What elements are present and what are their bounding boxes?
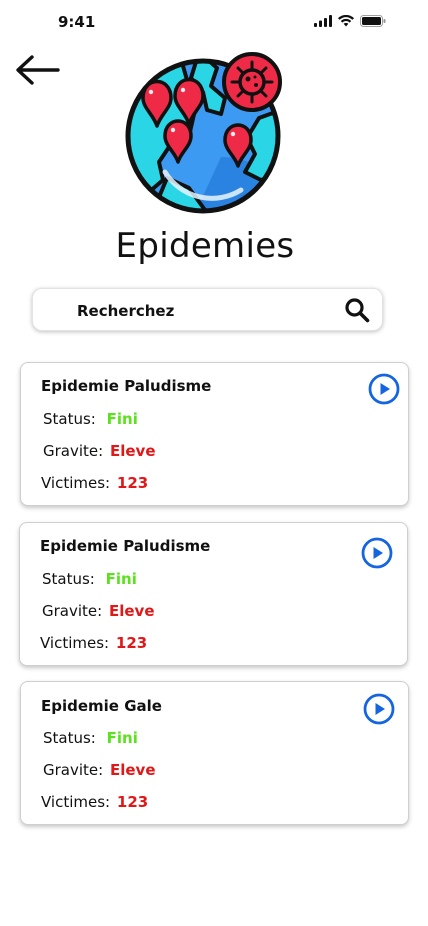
status-value: Fini xyxy=(106,729,138,747)
globe-virus-icon xyxy=(125,52,282,214)
play-icon[interactable] xyxy=(363,693,395,725)
status-value: Fini xyxy=(106,410,138,428)
victimes-row: Victimes: 123 xyxy=(41,474,148,492)
status-label: Status: xyxy=(43,729,96,747)
signal-icon xyxy=(314,15,332,27)
victimes-label: Victimes: xyxy=(40,634,110,652)
status-row: Status: Fini xyxy=(43,729,138,747)
victimes-value: 123 xyxy=(115,634,148,652)
gravite-row: Gravite: Eleve xyxy=(43,761,156,779)
search-bar[interactable] xyxy=(32,288,383,331)
status-bar: 9:41 xyxy=(0,0,428,44)
battery-icon xyxy=(360,15,386,27)
status-label: Status: xyxy=(42,570,95,588)
epidemic-name: Epidemie Paludisme xyxy=(41,377,212,395)
gravite-label: Gravite: xyxy=(42,602,103,620)
status-icons xyxy=(314,15,386,27)
status-value: Fini xyxy=(105,570,137,588)
status-row: Status: Fini xyxy=(43,410,138,428)
status-row: Status: Fini xyxy=(42,570,137,588)
gravite-label: Gravite: xyxy=(43,761,104,779)
page-title: Epidemies xyxy=(115,226,295,266)
epidemic-card[interactable]: Epidemie Gale Status: Fini Gravite: Elev… xyxy=(20,681,409,825)
back-button[interactable] xyxy=(14,54,62,86)
victimes-row: Victimes: 123 xyxy=(40,634,147,652)
epidemic-card[interactable]: Epidemie Paludisme Status: Fini Gravite:… xyxy=(19,522,408,666)
gravite-value: Eleve xyxy=(108,602,155,620)
search-icon[interactable] xyxy=(344,297,370,323)
victimes-label: Victimes: xyxy=(41,474,111,492)
status-time: 9:41 xyxy=(58,13,96,31)
arrow-left-icon xyxy=(16,55,60,85)
victimes-label: Victimes: xyxy=(41,793,111,811)
gravite-row: Gravite: Eleve xyxy=(42,602,155,620)
play-icon[interactable] xyxy=(368,373,400,405)
gravite-value: Eleve xyxy=(109,761,156,779)
wifi-icon xyxy=(338,15,354,27)
gravite-label: Gravite: xyxy=(43,442,104,460)
play-icon[interactable] xyxy=(361,537,393,569)
victimes-value: 123 xyxy=(116,793,149,811)
victimes-value: 123 xyxy=(116,474,149,492)
epidemic-card[interactable]: Epidemie Paludisme Status: Fini Gravite:… xyxy=(20,362,409,506)
search-input[interactable] xyxy=(75,297,339,325)
status-label: Status: xyxy=(43,410,96,428)
epidemic-name: Epidemie Paludisme xyxy=(40,537,211,555)
epidemic-name: Epidemie Gale xyxy=(41,697,162,715)
gravite-row: Gravite: Eleve xyxy=(43,442,156,460)
gravite-value: Eleve xyxy=(109,442,156,460)
victimes-row: Victimes: 123 xyxy=(41,793,148,811)
